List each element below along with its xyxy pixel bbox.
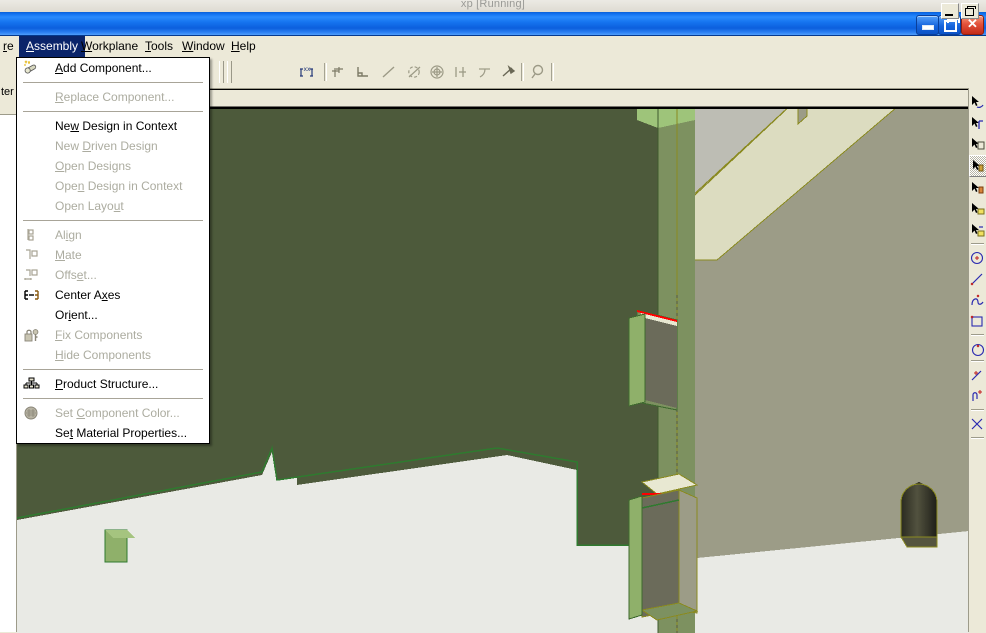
mate-icon — [23, 247, 41, 263]
arc-tool-icon[interactable] — [969, 339, 986, 359]
menu-bar: re Assembly Workplane Tools Window Help — [0, 36, 986, 57]
angle-icon[interactable] — [404, 61, 426, 83]
menu-item-open-design-in-context: Open Design in Context — [17, 176, 209, 196]
menu-item-open-designs: Open Designs — [17, 156, 209, 176]
select-sketch-icon[interactable] — [969, 220, 986, 240]
menu-item-label: Offset... — [55, 268, 97, 282]
mdi-restore-button[interactable] — [961, 3, 979, 19]
menu-item-label: Add Component... — [55, 61, 152, 75]
menu-item-hide-components: Hide Components — [17, 345, 209, 365]
toolbar-separator-3 — [551, 63, 554, 81]
menu-item-set-material-properties[interactable]: Set Material Properties... — [17, 423, 209, 443]
menu-bar-item-tools[interactable]: Tools — [138, 36, 180, 57]
right-vertical-toolbar — [968, 88, 986, 632]
toolbar-grip-2[interactable] — [227, 61, 232, 83]
select-curve-icon[interactable] — [969, 92, 986, 112]
point-tool-icon[interactable] — [969, 365, 986, 385]
application-title-bar: ✕ — [0, 12, 986, 36]
select-face-icon[interactable] — [969, 134, 986, 154]
menu-item-label: Set Material Properties... — [55, 426, 188, 440]
spline-tool-icon[interactable] — [969, 290, 986, 310]
set-component-color-icon — [23, 405, 41, 421]
menu-separator — [23, 111, 203, 113]
menu-item-label: Open Layout — [55, 199, 124, 213]
parallel-icon[interactable] — [450, 61, 472, 83]
toolbar-grip[interactable] — [219, 61, 224, 83]
assembly-menu-popup[interactable]: Add Component... Replace Component... New … — [16, 57, 210, 444]
offset-tool-icon[interactable] — [969, 386, 986, 406]
menu-item-set-component-color: Set Component Color... — [17, 403, 209, 423]
menu-item-label: Align — [55, 228, 82, 242]
window-minimize-button[interactable] — [916, 15, 939, 35]
fix-icon[interactable] — [498, 61, 520, 83]
point-icon[interactable] — [329, 61, 351, 83]
circle-center-icon[interactable] — [426, 61, 448, 83]
trim-tool-icon[interactable] — [969, 414, 986, 434]
menu-item-label: New Design in Context — [55, 119, 178, 133]
fix-components-icon — [23, 327, 41, 343]
offset-icon — [23, 267, 41, 283]
menu-item-fix-components: Fix Components — [17, 325, 209, 345]
menu-separator — [23, 369, 203, 371]
right-toolbar-separator-2 — [971, 334, 984, 336]
menu-item-replace-component: Replace Component... — [17, 87, 209, 107]
zoom-icon[interactable] — [527, 61, 549, 83]
right-toolbar-separator-4 — [971, 409, 984, 411]
tangent-icon[interactable] — [474, 61, 496, 83]
menu-item-offset: Offset... — [17, 265, 209, 285]
menu-item-label: Mate — [55, 248, 82, 262]
rect-tool-icon[interactable] — [969, 311, 986, 331]
menu-bar-item-workplane[interactable]: Workplane — [74, 36, 145, 57]
host-window-strip: xp [Running] — [0, 0, 986, 12]
menu-bar-item-help[interactable]: Help — [224, 36, 263, 57]
toolbar-separator-2 — [521, 63, 524, 81]
line-tool-icon[interactable] — [969, 269, 986, 289]
menu-item-label: Open Design in Context — [55, 179, 183, 193]
menu-item-label: Replace Component... — [55, 90, 175, 104]
menu-item-new-driven-design: New Driven Design — [17, 136, 209, 156]
svg-text:xx: xx — [303, 66, 311, 73]
circle-tool-icon[interactable] — [969, 248, 986, 268]
menu-separator — [23, 398, 203, 400]
menu-item-label: Center Axes — [55, 288, 121, 302]
toolbar-separator — [324, 63, 327, 81]
menu-item-label: Product Structure... — [55, 377, 159, 391]
mdi-minimize-button[interactable] — [941, 3, 959, 19]
center-axes-icon — [23, 287, 41, 303]
select-feature-icon[interactable] — [969, 178, 986, 198]
menu-bar-item-re[interactable]: re — [0, 36, 21, 57]
left-panel-label: ter / — [1, 86, 17, 98]
menu-item-center-axes[interactable]: Center Axes — [17, 285, 209, 305]
menu-item-label: Fix Components — [55, 328, 143, 342]
right-toolbar-separator-5 — [971, 437, 984, 439]
menu-item-align: Align — [17, 225, 209, 245]
host-window-title: xp [Running] — [460, 0, 526, 10]
line-icon[interactable] — [378, 61, 400, 83]
product-structure-icon — [23, 376, 41, 392]
select-plane-icon[interactable] — [969, 199, 986, 219]
menu-item-product-structure[interactable]: Product Structure... — [17, 374, 209, 394]
corner-icon[interactable] — [352, 61, 374, 83]
select-edge-icon[interactable] — [969, 113, 986, 133]
menu-item-label: New Driven Design — [55, 139, 158, 153]
add-component-icon — [23, 60, 41, 76]
left-panel-tree[interactable] — [0, 115, 17, 632]
menu-item-label: Set Component Color... — [55, 406, 180, 420]
align-icon — [23, 227, 41, 243]
menu-item-new-design-in-context[interactable]: New Design in Context — [17, 116, 209, 136]
dimension-xx-icon[interactable]: xx — [296, 61, 318, 83]
menu-item-label: Orient... — [55, 308, 98, 322]
menu-item-add-component[interactable]: Add Component... — [17, 58, 209, 78]
menu-item-orient[interactable]: Orient... — [17, 305, 209, 325]
menu-separator — [23, 220, 203, 222]
menu-item-label: Hide Components — [55, 348, 152, 362]
menu-item-label: Open Designs — [55, 159, 132, 173]
right-toolbar-separator — [971, 243, 984, 245]
select-body-icon[interactable] — [969, 155, 986, 177]
right-toolbar-separator-3 — [971, 360, 984, 362]
menu-item-open-layout: Open Layout — [17, 196, 209, 216]
menu-separator — [23, 82, 203, 84]
menu-item-mate: Mate — [17, 245, 209, 265]
